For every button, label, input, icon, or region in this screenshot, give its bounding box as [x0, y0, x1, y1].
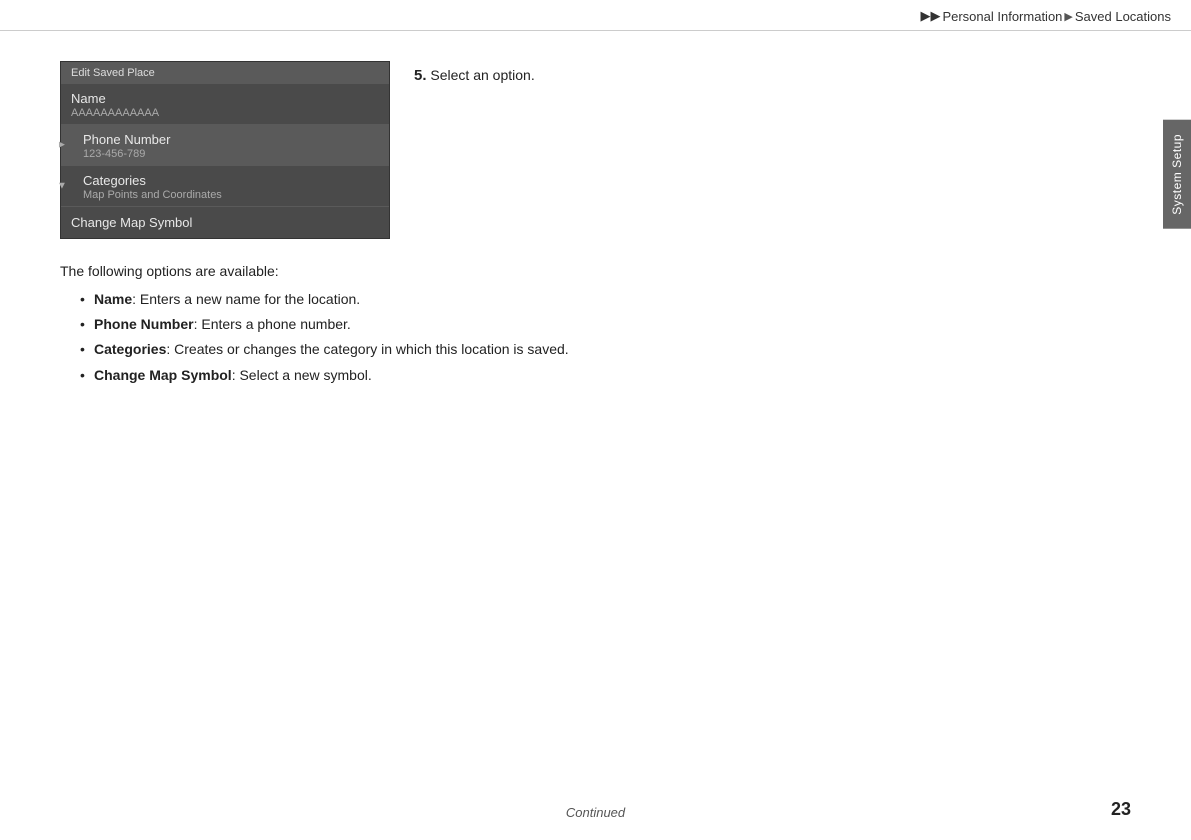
list-item-name: Name: Enters a new name for the location…	[80, 287, 1131, 312]
screen-phone-subtitle: 123-456-789	[83, 148, 379, 160]
screen-phone-title: Phone Number	[83, 132, 379, 147]
screen-change-map-symbol-title: Change Map Symbol	[71, 215, 379, 230]
desc-phone: : Enters a phone number.	[194, 316, 351, 332]
screen-title-bar: Edit Saved Place	[61, 62, 389, 84]
footer-page-number: 23	[1111, 799, 1131, 820]
breadcrumb-section2: Saved Locations	[1075, 9, 1171, 24]
step-number: 5.	[414, 67, 427, 84]
breadcrumb-section1: Personal Information	[942, 9, 1062, 24]
step-text: Select an option.	[430, 67, 534, 83]
top-bar: ▶▶ Personal Information ▶ Saved Location…	[0, 0, 1191, 31]
desc-change-map-symbol: : Select a new symbol.	[232, 367, 372, 383]
screen-change-map-symbol-item[interactable]: Change Map Symbol	[61, 207, 389, 238]
screen-categories-subtitle: Map Points and Coordinates	[83, 189, 379, 201]
screen-name-title: Name	[71, 91, 379, 106]
list-item-categories: Categories: Creates or changes the categ…	[80, 337, 1131, 362]
breadcrumb: ▶▶ Personal Information ▶ Saved Location…	[920, 8, 1171, 24]
main-content: Edit Saved Place Name AAAAAAAAAAAA ► Pho…	[0, 31, 1191, 418]
term-name: Name	[94, 291, 132, 307]
term-change-map-symbol: Change Map Symbol	[94, 367, 232, 383]
screenshot-area: Edit Saved Place Name AAAAAAAAAAAA ► Pho…	[60, 61, 1131, 239]
term-phone: Phone Number	[94, 316, 194, 332]
footer: Continued	[0, 805, 1191, 820]
term-categories: Categories	[94, 341, 166, 357]
step-instruction: 5. Select an option.	[414, 61, 535, 84]
screen-phone-item[interactable]: ► Phone Number 123-456-789	[61, 125, 389, 166]
screen-name-subtitle: AAAAAAAAAAAA	[71, 107, 379, 119]
screen-name-item[interactable]: Name AAAAAAAAAAAA	[61, 84, 389, 125]
list-item-change-map-symbol: Change Map Symbol: Select a new symbol.	[80, 363, 1131, 388]
screen-categories-item[interactable]: ▼ Categories Map Points and Coordinates	[61, 166, 389, 207]
list-item-phone: Phone Number: Enters a phone number.	[80, 312, 1131, 337]
screen-categories-title: Categories	[83, 173, 379, 188]
screen-title-text: Edit Saved Place	[71, 67, 155, 79]
description-text: The following options are available:	[60, 263, 1131, 279]
breadcrumb-arrows: ▶▶	[920, 8, 940, 24]
desc-name: : Enters a new name for the location.	[132, 291, 360, 307]
breadcrumb-arrow2: ▶	[1064, 10, 1072, 23]
bullet-list: Name: Enters a new name for the location…	[60, 287, 1131, 388]
desc-categories: : Creates or changes the category in whi…	[166, 341, 568, 357]
right-arrow-icon: ►	[57, 140, 67, 151]
device-screen: Edit Saved Place Name AAAAAAAAAAAA ► Pho…	[60, 61, 390, 239]
footer-continued: Continued	[566, 805, 625, 820]
down-arrow-icon: ▼	[57, 181, 67, 192]
